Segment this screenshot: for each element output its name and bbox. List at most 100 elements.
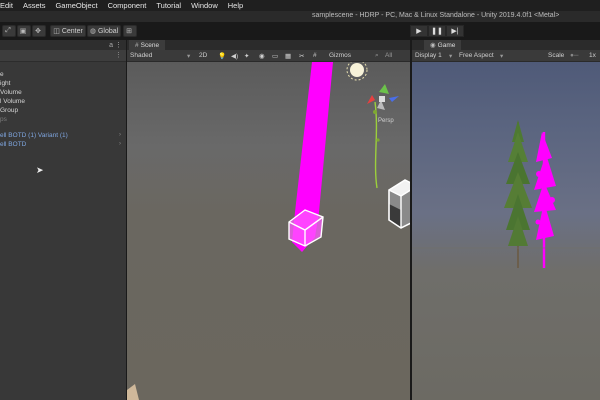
hierarchy-item-label: ps: [0, 116, 7, 123]
chevron-right-icon[interactable]: ›: [119, 140, 121, 149]
scene-search-input[interactable]: All: [385, 52, 392, 59]
effects-dropdown-icon[interactable]: ✦: [244, 52, 249, 60]
game-tab-bar: ◉ Game: [412, 40, 600, 50]
hierarchy-item[interactable]: ight: [0, 79, 126, 88]
game-toolbar: Display 1 ▾ Free Aspect ▾ Scale ●─ 1x: [412, 50, 600, 62]
pause-button[interactable]: ❚❚: [428, 25, 446, 37]
lighting-toggle-icon[interactable]: 💡: [218, 52, 226, 60]
magenta-tree: [534, 132, 556, 268]
tab-scene-label: Scene: [140, 41, 160, 49]
hidden-objects-icon[interactable]: ◉: [259, 52, 265, 60]
orientation-gizmo[interactable]: [367, 84, 399, 110]
rect-tool-icon: ▣: [19, 28, 27, 35]
chevron-down-icon: ▾: [500, 53, 504, 60]
scale-tool-button[interactable]: ⤢: [2, 25, 16, 37]
pivot-center-toggle[interactable]: ◫ Center: [50, 25, 86, 37]
scene-render: Persp: [127, 59, 411, 400]
snap-button[interactable]: ⊞: [123, 25, 137, 37]
step-icon: ▶|: [451, 28, 459, 35]
pivot-label: Center: [61, 27, 83, 35]
transform-tool-button[interactable]: ✥: [32, 25, 46, 37]
hierarchy-prefab-item[interactable]: ell BOTD (1) Variant (1) ›: [0, 131, 126, 140]
mouse-cursor-icon: ➤: [36, 165, 44, 175]
hierarchy-header: a ⋮: [0, 40, 126, 50]
chevron-down-icon: ▾: [187, 53, 191, 60]
hierarchy-item-label: Group: [0, 107, 19, 114]
main-toolbar: ⤢ ▣ ✥ ◫ Center ◍ Global ⊞ ▶ ❚❚ ▶|: [0, 22, 600, 40]
menu-assets[interactable]: Assets: [23, 1, 46, 10]
hierarchy-prefab-item[interactable]: ell BOTD ›: [0, 140, 126, 149]
menu-edit[interactable]: Edit: [0, 1, 13, 10]
chevron-down-icon: ▾: [449, 53, 453, 60]
grid-toggle-icon[interactable]: #: [313, 52, 317, 59]
global-icon: ◍: [89, 28, 96, 35]
audio-toggle-icon[interactable]: ◀): [231, 52, 238, 60]
center-icon: ◫: [53, 28, 60, 35]
hierarchy-item-label: ell BOTD (1) Variant (1): [0, 132, 68, 139]
global-local-toggle[interactable]: ◍ Global: [87, 25, 121, 37]
step-button[interactable]: ▶|: [446, 25, 464, 37]
tab-game[interactable]: ◉ Game: [424, 40, 462, 50]
transform-tool-icon: ✥: [35, 28, 41, 35]
scale-slider[interactable]: ●─: [570, 52, 579, 59]
menu-gameobject[interactable]: GameObject: [55, 1, 97, 10]
tab-scene[interactable]: # Scene: [129, 40, 166, 50]
hierarchy-item[interactable]: Group: [0, 106, 126, 115]
selected-cube-outline: [288, 209, 324, 247]
render-debug-icon[interactable]: ▦: [285, 52, 291, 60]
search-icon: ⌕: [375, 52, 379, 59]
gizmos-dropdown[interactable]: Gizmos: [329, 52, 351, 59]
scene-tab-bar: # Scene: [127, 40, 411, 50]
hierarchy-item-label: Volume: [0, 89, 22, 96]
cube-object: [388, 179, 411, 229]
scene-grid-icon: #: [135, 41, 139, 49]
space-label: Global: [97, 27, 119, 35]
scale-value: 1x: [589, 52, 596, 59]
hierarchy-item-label: ight: [0, 80, 11, 87]
aspect-dropdown[interactable]: Free Aspect: [459, 52, 494, 59]
rect-tool-button[interactable]: ▣: [17, 25, 31, 37]
menu-component[interactable]: Component: [108, 1, 147, 10]
menu-tutorial[interactable]: Tutorial: [156, 1, 181, 10]
scene-toolbar: Shaded ▾ 2D 💡 ◀) ✦ ◉ ▭ ▦ ✂ # Gizmos ⌕ Al…: [127, 50, 411, 62]
window-title-bar: samplescene - HDRP - PC, Mac & Linux Sta…: [0, 11, 600, 22]
menu-window[interactable]: Window: [191, 1, 218, 10]
hierarchy-item-label: l Volume: [0, 98, 25, 105]
game-controller-icon: ◉: [430, 42, 436, 49]
game-view: ◉ Game Display 1 ▾ Free Aspect ▾ Scale ●…: [412, 40, 600, 400]
scale-label: Scale: [548, 52, 565, 59]
camera-dropdown-icon[interactable]: ▭: [272, 52, 278, 60]
hierarchy-item[interactable]: [0, 124, 126, 131]
sun-light-icon: [346, 59, 368, 81]
hierarchy-panel: a ⋮ ⋮ e ight Volume l Volume Group ps el…: [0, 40, 126, 400]
hierarchy-item[interactable]: ps: [0, 115, 126, 124]
shading-mode-dropdown[interactable]: Shaded: [130, 52, 152, 59]
game-render: [412, 120, 600, 268]
play-button[interactable]: ▶: [410, 25, 428, 37]
pine-tree: [504, 120, 532, 268]
tools-icon[interactable]: ✂: [299, 52, 304, 60]
window-title: samplescene - HDRP - PC, Mac & Linux Sta…: [312, 12, 560, 19]
hierarchy-item-label: ell BOTD: [0, 141, 27, 148]
tab-game-label: Game: [437, 41, 456, 49]
hierarchy-item-label: e: [0, 71, 4, 78]
hierarchy-menu-icon[interactable]: a ⋮: [109, 41, 122, 49]
play-controls: ▶ ❚❚ ▶|: [410, 25, 464, 37]
scene-view: # Scene Shaded ▾ 2D 💡 ◀) ✦ ◉ ▭ ▦ ✂ # Giz…: [127, 40, 411, 400]
chevron-right-icon[interactable]: ›: [119, 131, 121, 140]
2d-toggle[interactable]: 2D: [199, 52, 207, 59]
play-icon: ▶: [416, 28, 422, 35]
display-dropdown[interactable]: Display 1: [415, 52, 442, 59]
perspective-label: Persp: [378, 118, 394, 124]
hierarchy-item[interactable]: e: [0, 70, 126, 79]
snap-icon: ⊞: [126, 28, 132, 35]
pause-icon: ❚❚: [431, 28, 443, 35]
game-viewport[interactable]: [412, 62, 600, 400]
kebab-menu-icon[interactable]: ⋮: [115, 51, 122, 59]
scale-tool-icon: ⤢: [5, 27, 11, 34]
scene-viewport[interactable]: Persp: [127, 59, 411, 400]
hierarchy-item[interactable]: Volume: [0, 88, 126, 97]
hierarchy-item[interactable]: l Volume: [0, 97, 126, 106]
hierarchy-search[interactable]: ⋮: [0, 50, 126, 62]
menu-help[interactable]: Help: [228, 1, 243, 10]
